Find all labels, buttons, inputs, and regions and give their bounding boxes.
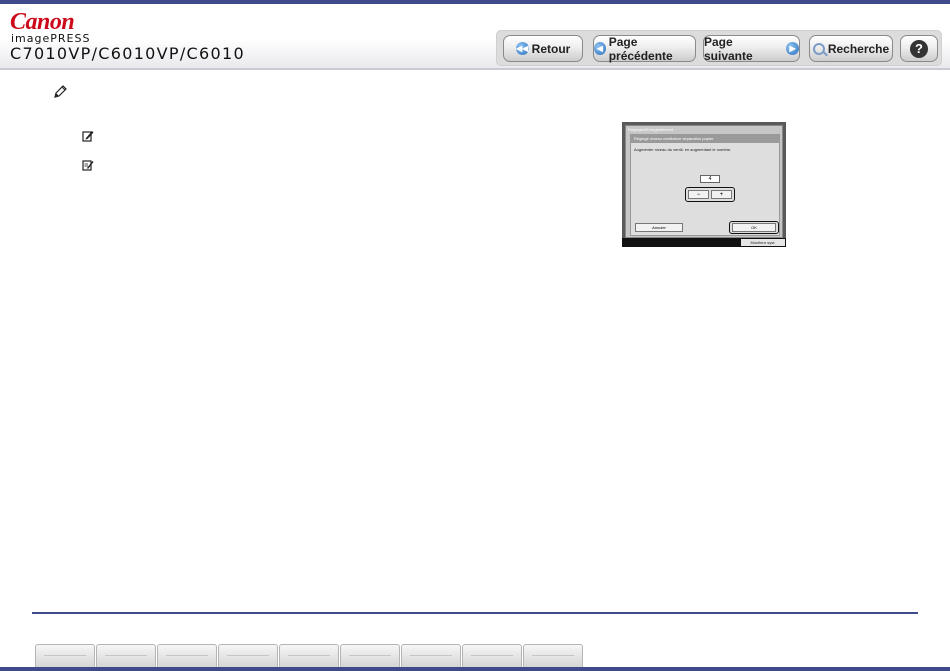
footer-tab-3[interactable] [157, 644, 217, 668]
footer-tab-2[interactable] [96, 644, 156, 668]
footer-divider [32, 612, 918, 614]
ok-button[interactable]: OK [732, 223, 776, 232]
fan-level-value: 4 [700, 175, 720, 183]
increase-button[interactable]: + [711, 190, 732, 199]
ok-button-highlight: OK [729, 221, 779, 234]
note-edit-icon [82, 131, 94, 142]
dialog-title: Réglage niveau ventilateur séparation pa… [631, 135, 779, 143]
cancel-button[interactable]: Annuler [635, 223, 683, 232]
footer-tab-9[interactable] [523, 644, 583, 668]
footer-tab-5[interactable] [279, 644, 339, 668]
device-status-bar: Moniteur syst. [622, 238, 786, 247]
fan-level-dialog: Réglage niveau ventilateur séparation pa… [630, 134, 780, 236]
dialog-instruction: Augmenter niveau du ventil. en augmentan… [634, 147, 732, 152]
device-window-title: Réglages/Enregistrement [628, 127, 674, 132]
nav-bar: ◀◀ Retour ◀ Page précédente Page suivant… [496, 30, 942, 66]
bottom-bar [0, 667, 950, 671]
footer-tab-6[interactable] [340, 644, 400, 668]
search-label: Recherche [827, 41, 890, 56]
previous-page-label: Page précédente [608, 34, 673, 63]
system-monitor-button[interactable]: Moniteur syst. [741, 239, 785, 246]
help-icon: ? [910, 39, 928, 58]
search-button[interactable]: Recherche [809, 35, 893, 62]
previous-page-button[interactable]: ◀ Page précédente [593, 34, 696, 63]
arrow-left-icon: ◀ [594, 42, 606, 55]
page: Canon imagePRESS C7010VP/C6010VP/C6010 ◀… [0, 0, 950, 671]
note-checklist-icon [82, 160, 94, 171]
decrease-button[interactable]: − [688, 190, 709, 199]
pencil-memo-icon [54, 85, 67, 98]
arrow-right-icon: ▶ [786, 42, 799, 55]
back-button[interactable]: ◀◀ Retour [503, 35, 583, 62]
rewind-icon: ◀◀ [515, 42, 529, 55]
next-page-label: Page suivante [704, 34, 753, 63]
back-label: Retour [531, 41, 571, 56]
footer-tab-1[interactable] [35, 644, 95, 668]
footer-tab-7[interactable] [401, 644, 461, 668]
device-panel-screenshot: Réglages/Enregistrement Réglage niveau v… [622, 122, 786, 247]
device-screen: Réglages/Enregistrement Réglage niveau v… [625, 125, 783, 238]
next-page-button[interactable]: Page suivante ▶ [703, 34, 800, 63]
search-icon [812, 42, 825, 55]
footer-tab-4[interactable] [218, 644, 278, 668]
fan-level-stepper: − + [685, 187, 735, 202]
header: Canon imagePRESS C7010VP/C6010VP/C6010 ◀… [0, 0, 950, 70]
help-button[interactable]: ? [900, 35, 938, 62]
product-model: C7010VP/C6010VP/C6010 [10, 44, 245, 63]
footer-tab-8[interactable] [462, 644, 522, 668]
